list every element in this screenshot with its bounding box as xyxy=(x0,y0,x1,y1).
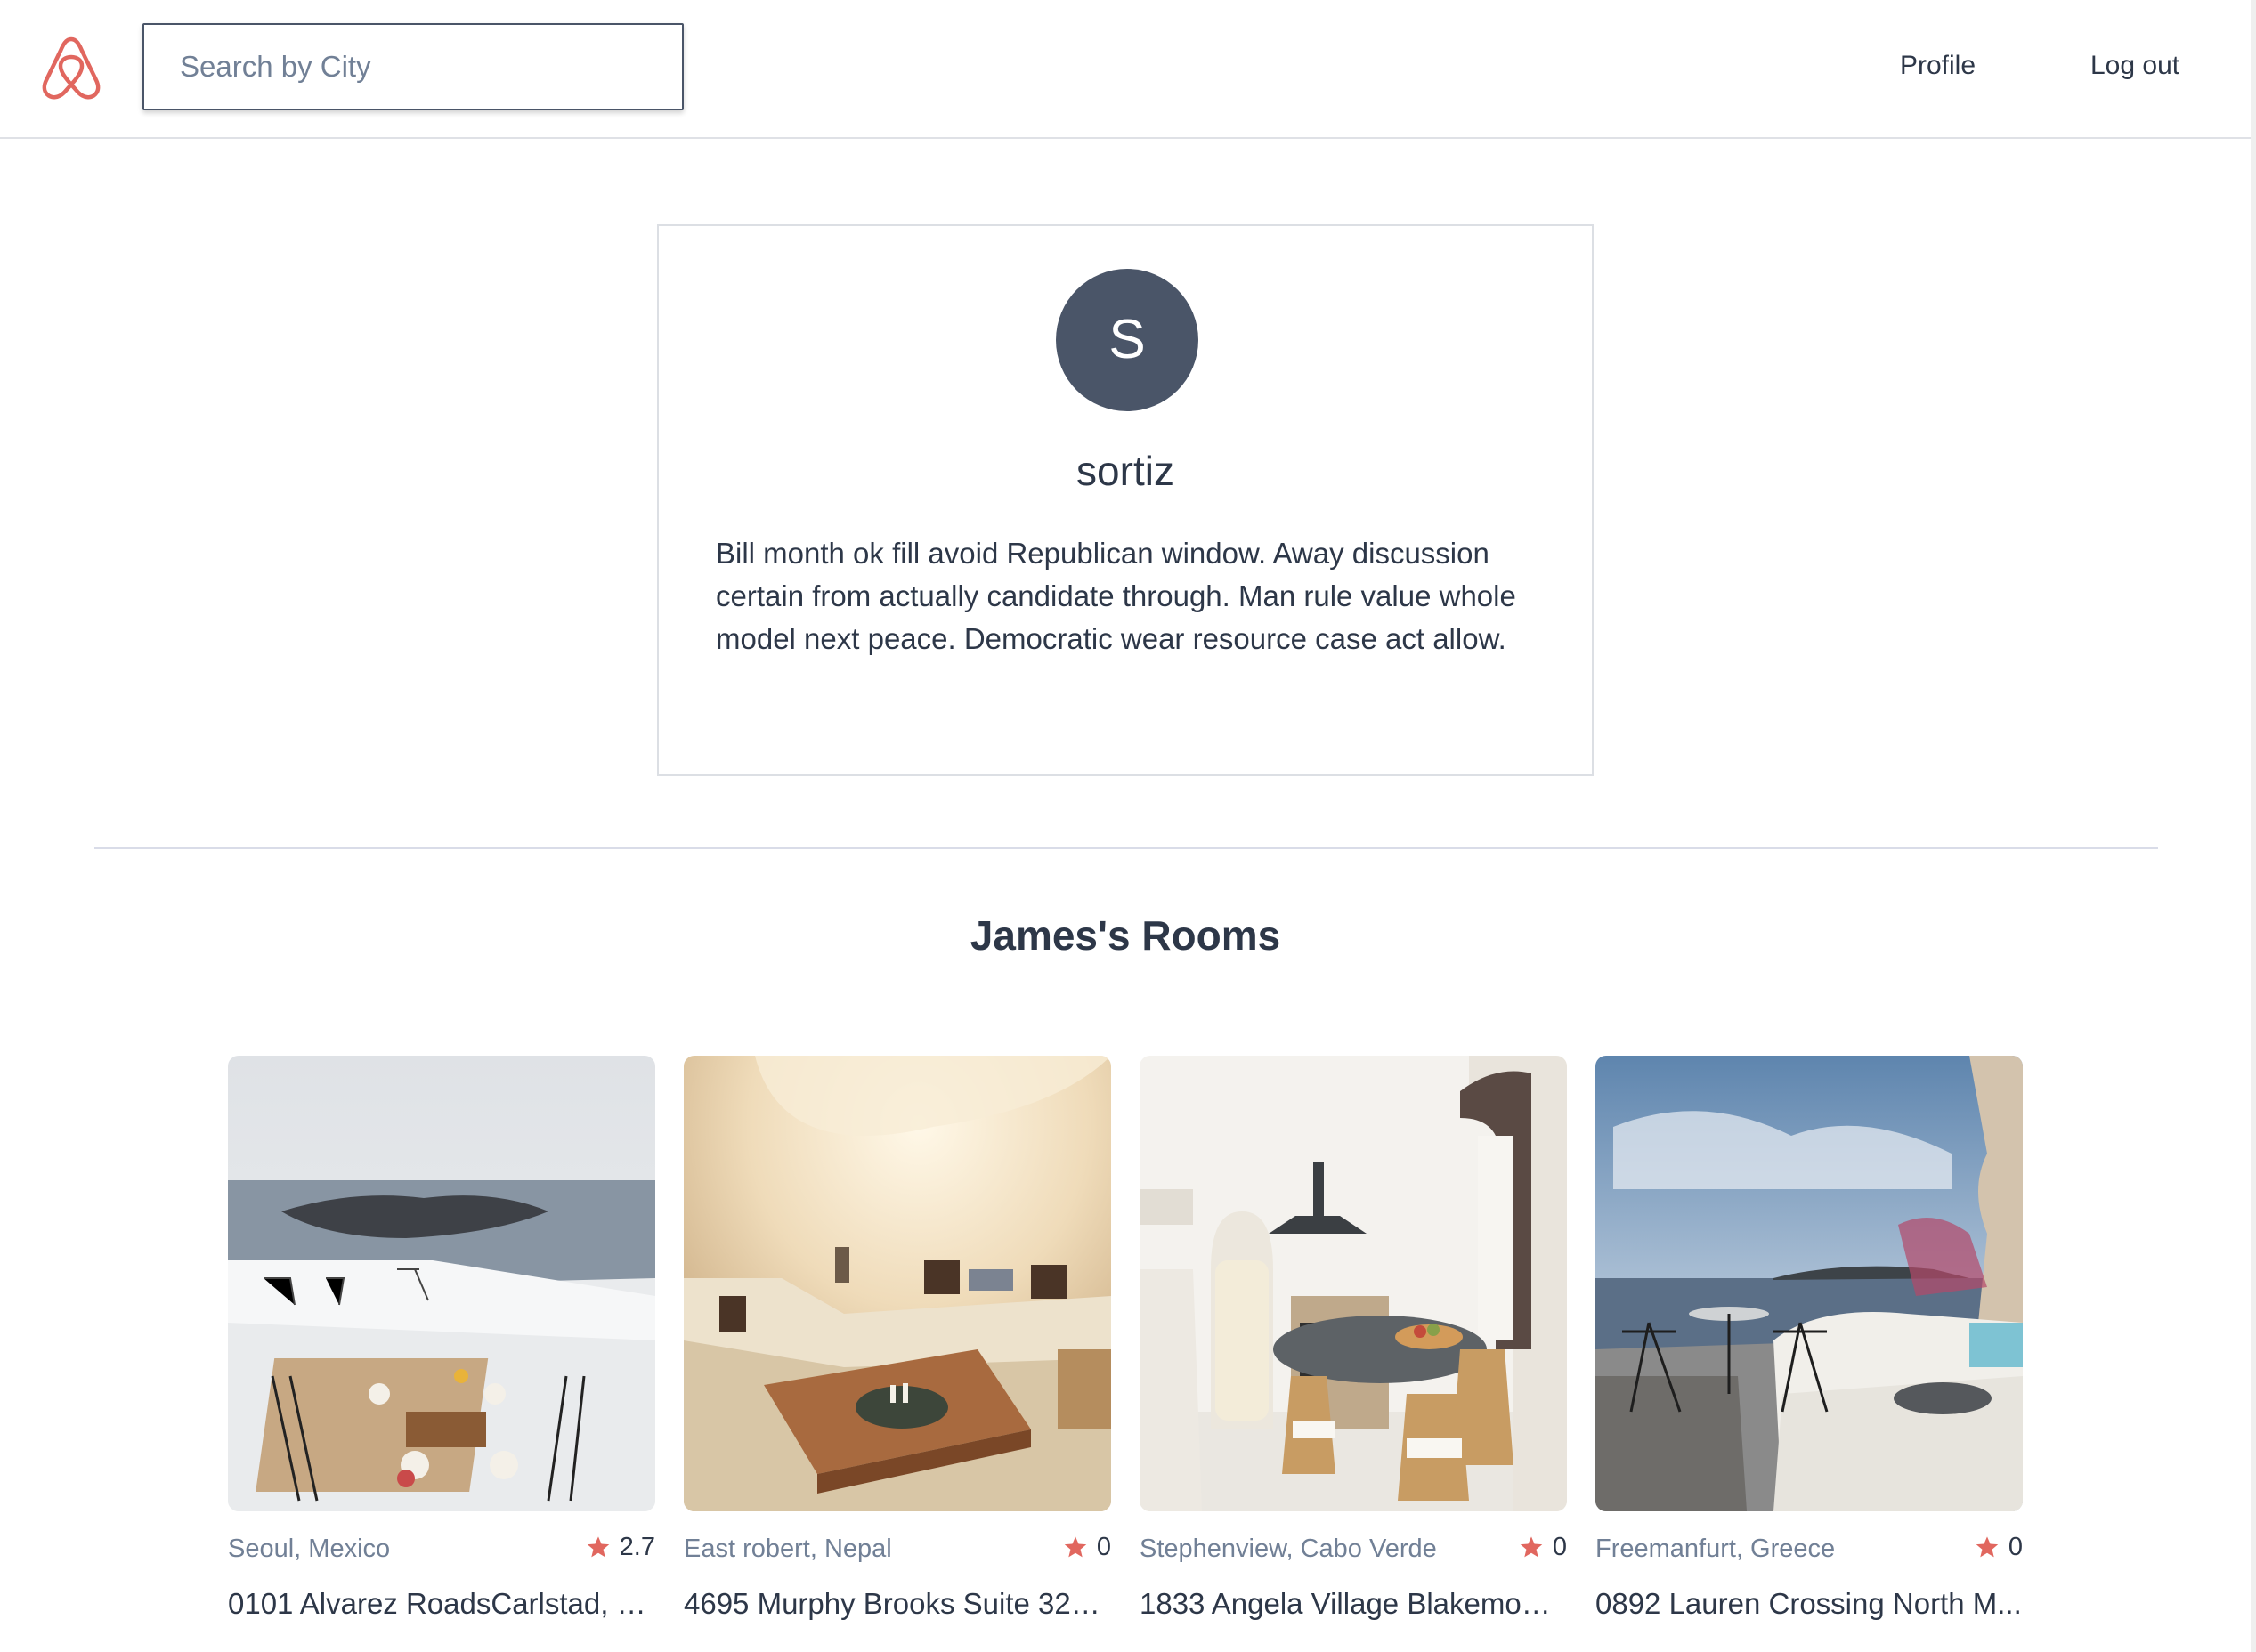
search-input[interactable] xyxy=(144,25,682,109)
search-box[interactable] xyxy=(142,23,684,110)
room-card[interactable]: East robert, Nepal 0 4695 Murphy Brooks … xyxy=(684,1056,1111,1625)
room-location: Freemanfurt, Greece xyxy=(1595,1535,1836,1563)
room-rating-value: 0 xyxy=(1552,1533,1567,1561)
room-card[interactable]: Stephenview, Cabo Verde 0 1833 Angela Vi… xyxy=(1140,1056,1567,1625)
room-rating-value: 0 xyxy=(2008,1533,2023,1561)
star-icon xyxy=(1976,1536,1999,1558)
avatar: S xyxy=(1056,269,1198,411)
room-address[interactable]: 0892 Lauren Crossing North M... xyxy=(1595,1584,2023,1624)
scrollbar[interactable] xyxy=(2251,0,2256,1652)
room-rating: 0 xyxy=(1975,1531,2023,1563)
nav-profile-link[interactable]: Profile xyxy=(1900,48,1976,84)
room-rating: 2.7 xyxy=(586,1531,655,1563)
room-location: Seoul, Mexico xyxy=(228,1535,391,1563)
profile-bio: Bill month ok fill avoid Republican wind… xyxy=(716,537,1516,655)
room-address[interactable]: 4695 Murphy Brooks Suite 320... xyxy=(684,1584,1111,1624)
room-rating: 0 xyxy=(1519,1531,1567,1563)
room-photo[interactable] xyxy=(1595,1056,2023,1511)
room-card[interactable]: Freemanfurt, Greece 0 0892 Lauren Crossi… xyxy=(1595,1056,2023,1625)
section-divider xyxy=(94,847,2158,849)
room-card[interactable]: Seoul, Mexico 2.7 0101 Alvarez RoadsCarl… xyxy=(228,1056,655,1625)
room-rating-value: 0 xyxy=(1096,1533,1111,1561)
profile-username: sortiz xyxy=(1076,448,1174,494)
star-icon xyxy=(1520,1536,1543,1558)
profile-card: S sortiz Bill month ok fill avoid Republ… xyxy=(657,224,1594,776)
page: Profile Log out S sortiz Bill month ok f… xyxy=(0,0,2256,1652)
star-icon xyxy=(587,1536,609,1558)
room-location: East robert, Nepal xyxy=(684,1535,892,1563)
room-location: Stephenview, Cabo Verde xyxy=(1140,1535,1437,1563)
nav-logout-link[interactable]: Log out xyxy=(2090,48,2179,84)
room-address[interactable]: 0101 Alvarez RoadsCarlstad, S... xyxy=(228,1584,655,1624)
room-rating: 0 xyxy=(1063,1531,1111,1563)
room-rating-value: 2.7 xyxy=(619,1533,655,1561)
room-photo[interactable] xyxy=(228,1056,655,1511)
room-address[interactable]: 1833 Angela Village Blakemout... xyxy=(1140,1584,1567,1624)
airbnb-logo-icon[interactable] xyxy=(39,34,103,101)
rooms-section-title: James's Rooms xyxy=(970,912,1281,959)
top-navbar: Profile Log out xyxy=(0,0,2251,139)
room-photo[interactable] xyxy=(684,1056,1111,1511)
room-photo[interactable] xyxy=(1140,1056,1567,1511)
star-icon xyxy=(1064,1536,1087,1558)
